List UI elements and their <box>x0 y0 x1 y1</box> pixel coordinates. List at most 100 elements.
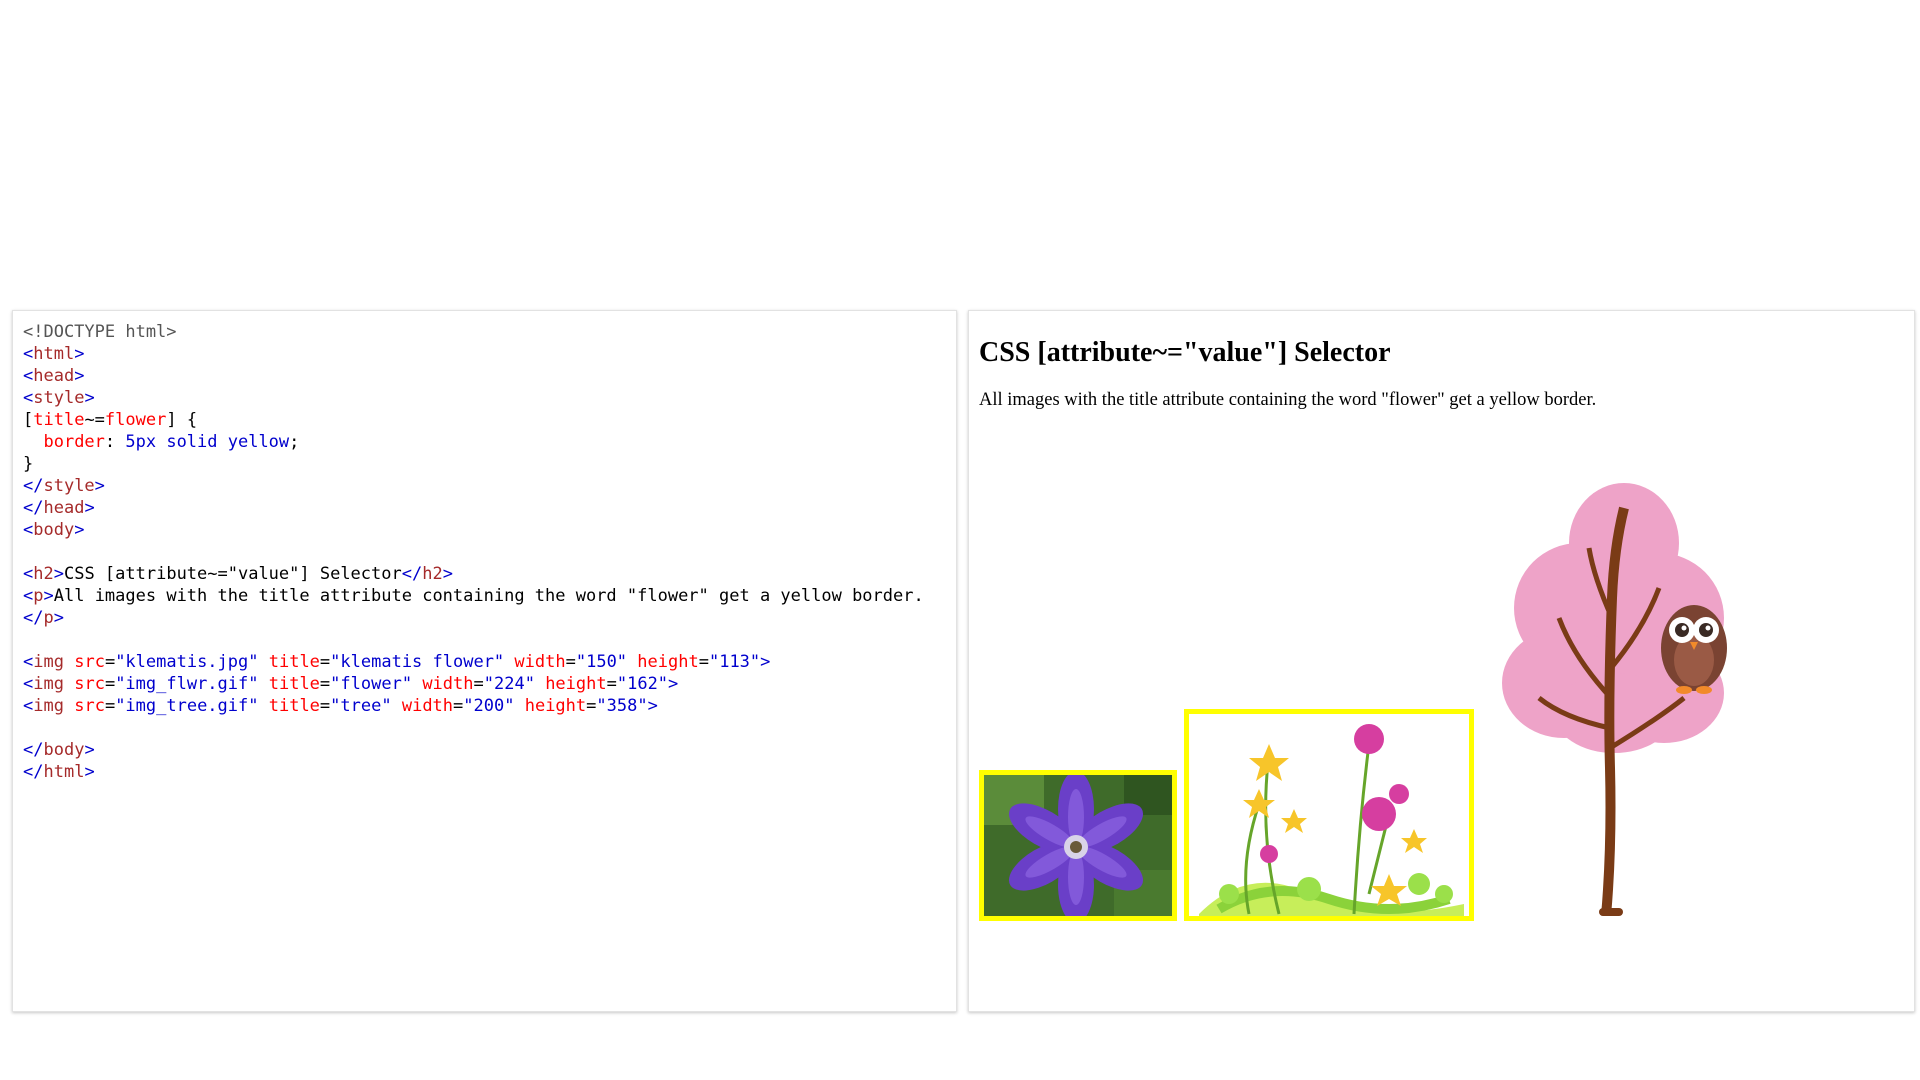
code-token: "224" <box>483 674 535 694</box>
tryit-stage: <!DOCTYPE html> <html> <head> <style> [title… <box>0 0 1920 1080</box>
code-line: </p> <box>23 607 956 629</box>
code-token: flower <box>104 410 167 430</box>
code-token: 5px solid yellow <box>125 432 290 452</box>
code-token: width <box>401 696 454 716</box>
code-token: "klematis.jpg" <box>115 652 259 672</box>
code-token: > <box>94 476 105 496</box>
code-token: title <box>268 652 320 672</box>
flower-image <box>1184 709 1474 921</box>
code-token: </ <box>23 498 44 518</box>
code-token: > <box>760 652 771 672</box>
code-token: head <box>43 498 85 518</box>
code-line: </head> <box>23 497 956 519</box>
code-line: <h2>CSS [attribute~="value"] Selector</h… <box>23 563 956 585</box>
code-token: > <box>43 586 54 606</box>
code-token: ~= <box>84 410 105 430</box>
code-token: > <box>53 608 64 628</box>
code-token: > <box>74 366 85 386</box>
code-line: <p>All images with the title attribute c… <box>23 585 956 607</box>
code-token: < <box>23 344 34 364</box>
code-line: <!DOCTYPE html> <box>23 321 956 343</box>
code-token: : <box>104 432 126 452</box>
code-token: </ <box>23 608 44 628</box>
code-token: > <box>84 388 95 408</box>
code-token: html <box>33 344 75 364</box>
code-token: body <box>43 740 85 760</box>
code-token: title <box>268 696 320 716</box>
klematis-flower-image <box>979 770 1177 921</box>
code-token: "162" <box>616 674 669 694</box>
code-line: <body> <box>23 519 956 541</box>
code-editor-pane[interactable]: <!DOCTYPE html> <html> <head> <style> [title… <box>12 310 957 1012</box>
code-token: height <box>524 696 587 716</box>
code-token: = <box>606 674 617 694</box>
code-editor[interactable]: <!DOCTYPE html> <html> <head> <style> [title… <box>13 311 956 783</box>
code-token: </ <box>401 564 423 584</box>
code-token: ; <box>289 432 300 452</box>
code-line: } <box>23 453 956 475</box>
code-token: > <box>84 498 95 518</box>
result-paragraph: All images with the title attribute cont… <box>979 390 1597 410</box>
code-line: </html> <box>23 761 956 783</box>
code-token: < <box>23 564 34 584</box>
code-line: <img src="img_tree.gif" title="tree" wid… <box>23 695 956 717</box>
tree-image <box>1484 468 1734 916</box>
code-token: width <box>422 674 474 694</box>
code-token: > <box>668 674 679 694</box>
code-token: "tree" <box>330 696 392 716</box>
code-token: "113" <box>708 652 761 672</box>
code-token: p <box>33 586 44 606</box>
code-token: > <box>84 740 95 760</box>
code-token: </ <box>23 476 44 496</box>
code-line: <img src="img_flwr.gif" title="flower" w… <box>23 673 956 695</box>
code-line: <img src="klematis.jpg" title="klematis … <box>23 651 956 673</box>
code-token: </ <box>23 762 44 782</box>
code-token: img <box>33 652 64 672</box>
code-token: = <box>319 674 331 694</box>
code-token: > <box>84 762 95 782</box>
result-pane: CSS [attribute~="value"] Selector All im… <box>968 310 1915 1012</box>
code-token: = <box>104 696 116 716</box>
result-document: CSS [attribute~="value"] Selector All im… <box>969 336 1914 411</box>
code-token: border <box>43 432 105 452</box>
code-token: "img_flwr.gif" <box>115 674 259 694</box>
code-token: src <box>74 652 105 672</box>
code-token: < <box>23 366 34 386</box>
code-token: = <box>473 674 484 694</box>
code-token: = <box>586 696 597 716</box>
code-token: = <box>698 652 709 672</box>
code-token: = <box>319 652 331 672</box>
code-token: height <box>637 652 699 672</box>
code-line: <style> <box>23 387 956 409</box>
code-token: CSS [attribute~="value"] Selector <box>63 564 402 584</box>
code-token: h2 <box>33 564 54 584</box>
code-token: = <box>104 652 116 672</box>
code-token: </ <box>23 740 44 760</box>
code-token: h2 <box>422 564 443 584</box>
code-line: <head> <box>23 365 956 387</box>
code-token: style <box>33 388 85 408</box>
code-token: img <box>33 696 64 716</box>
code-token: < <box>23 520 34 540</box>
code-token: > <box>74 520 85 540</box>
code-token: < <box>23 388 34 408</box>
code-token: head <box>33 366 75 386</box>
code-token: > <box>53 564 64 584</box>
code-token: html <box>43 762 85 782</box>
